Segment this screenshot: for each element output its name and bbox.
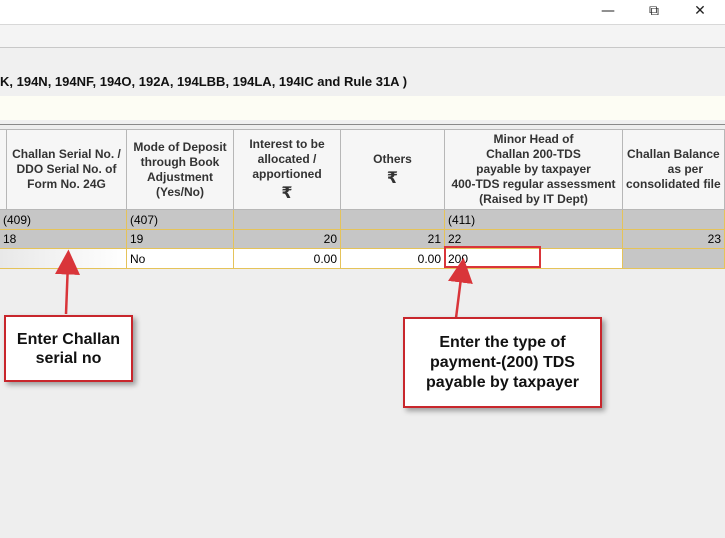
annotation-arrows (55, 249, 473, 319)
callout-challan-serial: Enter Challan serial no (4, 315, 133, 382)
arrow-challan (55, 249, 81, 315)
callout-payment-type: Enter the type of payment-(200) TDS paya… (403, 317, 602, 408)
callout-payment-type-text: Enter the type of payment-(200) TDS paya… (426, 333, 579, 391)
arrow-payment (448, 257, 473, 319)
callout-challan-serial-text: Enter Challan serial no (16, 330, 121, 367)
